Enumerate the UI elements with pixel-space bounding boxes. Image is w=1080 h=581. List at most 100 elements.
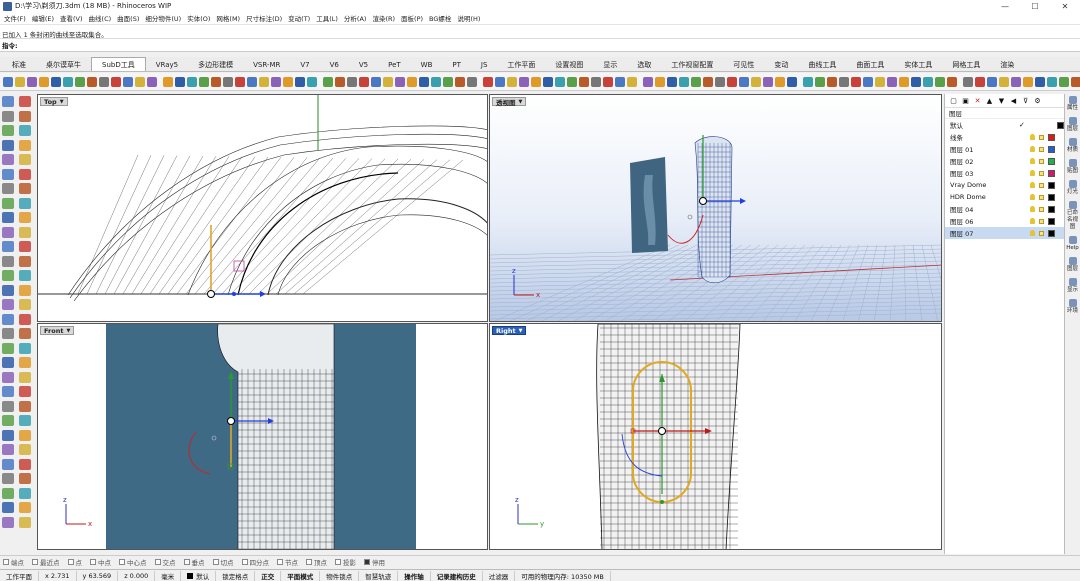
toolbar-tab[interactable]: V5 (349, 59, 378, 71)
toolbar-tool-icon[interactable] (395, 76, 405, 87)
layer-row[interactable]: 线条 (945, 131, 1064, 143)
toolbar-tool-icon[interactable] (3, 76, 13, 87)
left-tool-icon[interactable] (19, 226, 31, 238)
layer-row[interactable]: 图层 07 (945, 227, 1064, 239)
toolbar-tool-icon[interactable] (519, 76, 529, 87)
viewport-top[interactable]: Top ▼ (37, 94, 488, 322)
toolbar-tool-icon[interactable] (507, 76, 517, 87)
side-tab[interactable]: 图层 (1065, 255, 1080, 273)
osnap-checkbox[interactable] (335, 559, 341, 565)
menu-item[interactable]: BG螺栓 (429, 13, 451, 23)
toolbar-tool-icon[interactable] (543, 76, 553, 87)
bulb-icon[interactable] (1030, 206, 1035, 212)
left-tool-icon[interactable] (19, 168, 31, 180)
left-tool-icon[interactable] (2, 342, 14, 354)
left-tool-icon[interactable] (19, 516, 31, 528)
lock-icon[interactable] (1039, 230, 1044, 236)
left-tool-icon[interactable] (2, 415, 14, 426)
toolbar-tool-icon[interactable] (975, 76, 985, 87)
toolbar-tab[interactable]: WB (411, 59, 443, 71)
left-tool-icon[interactable] (19, 125, 31, 136)
toolbar-tool-icon[interactable] (223, 76, 233, 87)
layer-color-swatch[interactable] (1048, 145, 1055, 153)
osnap-option[interactable]: 交点 (154, 557, 176, 567)
command-input[interactable] (20, 40, 1080, 50)
left-tool-icon[interactable] (2, 96, 14, 107)
left-tool-icon[interactable] (19, 502, 31, 513)
toolbar-tab[interactable]: 工作视窗配置 (661, 59, 723, 71)
toolbar-tool-icon[interactable] (655, 76, 665, 87)
left-tool-icon[interactable] (19, 183, 31, 194)
toolbar-tool-icon[interactable] (247, 76, 257, 87)
left-tool-icon[interactable] (2, 270, 14, 281)
toolbar-tab[interactable]: 渲染 (990, 59, 1024, 71)
side-tab[interactable]: 材质 (1065, 136, 1080, 154)
toolbar-tool-icon[interactable] (567, 76, 577, 87)
toolbar-tool-icon[interactable] (603, 76, 613, 87)
left-tool-icon[interactable] (2, 284, 14, 296)
bulb-icon[interactable] (1030, 182, 1035, 188)
toolbar-tab[interactable]: 曲面工具 (846, 59, 894, 71)
toolbar-tool-icon[interactable] (147, 76, 157, 87)
toolbar-tool-icon[interactable] (1047, 76, 1057, 87)
toolbar-tool-icon[interactable] (727, 76, 737, 87)
osnap-checkbox[interactable] (241, 559, 248, 565)
viewport-front-title[interactable]: Front ▼ (40, 326, 75, 335)
toolbar-tool-icon[interactable] (667, 76, 677, 87)
toolbar-tool-icon[interactable] (1071, 76, 1080, 87)
toolbar-tool-icon[interactable] (27, 76, 37, 87)
toolbar-tab[interactable]: 实体工具 (894, 59, 942, 71)
osnap-option[interactable]: 投影 (335, 557, 356, 567)
bulb-icon[interactable] (1030, 218, 1035, 224)
osnap-checkbox[interactable] (90, 559, 96, 565)
left-tool-icon[interactable] (19, 313, 31, 325)
menu-item[interactable]: 曲线(C) (89, 13, 112, 23)
toolbar-tool-icon[interactable] (307, 76, 317, 87)
lock-icon[interactable] (1039, 194, 1044, 200)
left-tool-icon[interactable] (2, 212, 14, 223)
left-tool-icon[interactable] (19, 96, 31, 107)
menu-item[interactable]: 面板(P) (401, 13, 423, 23)
layer-color-swatch[interactable] (1048, 157, 1055, 165)
viewport-right-title[interactable]: Right ▼ (492, 326, 527, 335)
toolbar-tab[interactable]: 网格工具 (942, 59, 990, 71)
left-tool-icon[interactable] (2, 473, 14, 484)
osnap-checkbox[interactable] (154, 559, 161, 565)
toolbar-tool-icon[interactable] (63, 76, 73, 87)
toolbar-tool-icon[interactable] (887, 76, 897, 87)
toolbar-tool-icon[interactable] (739, 76, 749, 87)
left-tool-icon[interactable] (19, 154, 31, 165)
toolbar-tab[interactable]: V7 (290, 59, 319, 71)
toolbar-tool-icon[interactable] (335, 76, 345, 87)
status-toggle[interactable]: 操作轴 (398, 570, 431, 581)
toolbar-tool-icon[interactable] (935, 76, 945, 87)
osnap-option[interactable]: 最近点 (32, 557, 60, 567)
toolbar-tool-icon[interactable] (1011, 76, 1021, 87)
toolbar-tool-icon[interactable] (467, 76, 477, 87)
toolbar-tool-icon[interactable] (763, 76, 773, 87)
lock-icon[interactable] (1039, 158, 1044, 164)
layer-color-swatch[interactable] (1048, 193, 1055, 201)
left-tool-icon[interactable] (19, 429, 31, 441)
toolbar-tool-icon[interactable] (99, 76, 109, 87)
toolbar-tool-icon[interactable] (51, 76, 61, 87)
toolbar-tool-icon[interactable] (347, 76, 357, 87)
toolbar-tool-icon[interactable] (111, 76, 121, 87)
lock-icon[interactable] (1039, 134, 1044, 140)
toolbar-tool-icon[interactable] (495, 76, 505, 87)
left-tool-icon[interactable] (19, 212, 31, 223)
viewport-perspective-title[interactable]: 透视图 ▼ (492, 97, 527, 107)
osnap-option[interactable]: 垂点 (183, 557, 205, 567)
move-down-icon[interactable]: ▼ (997, 96, 1006, 105)
left-tool-icon[interactable] (19, 487, 31, 499)
toolbar-tab[interactable]: 桌尔谟草牛 (36, 59, 91, 71)
osnap-checkbox[interactable] (119, 559, 125, 565)
bulb-icon[interactable] (1030, 170, 1035, 176)
left-tool-icon[interactable] (19, 139, 31, 151)
left-tool-icon[interactable] (19, 299, 31, 310)
status-toggle[interactable]: 记录建构历史 (431, 570, 483, 581)
toolbar-tool-icon[interactable] (691, 76, 701, 87)
toolbar-tab[interactable]: 多边形建模 (188, 59, 243, 71)
left-tool-icon[interactable] (2, 313, 14, 325)
toolbar-tab[interactable]: 标准 (2, 59, 36, 71)
